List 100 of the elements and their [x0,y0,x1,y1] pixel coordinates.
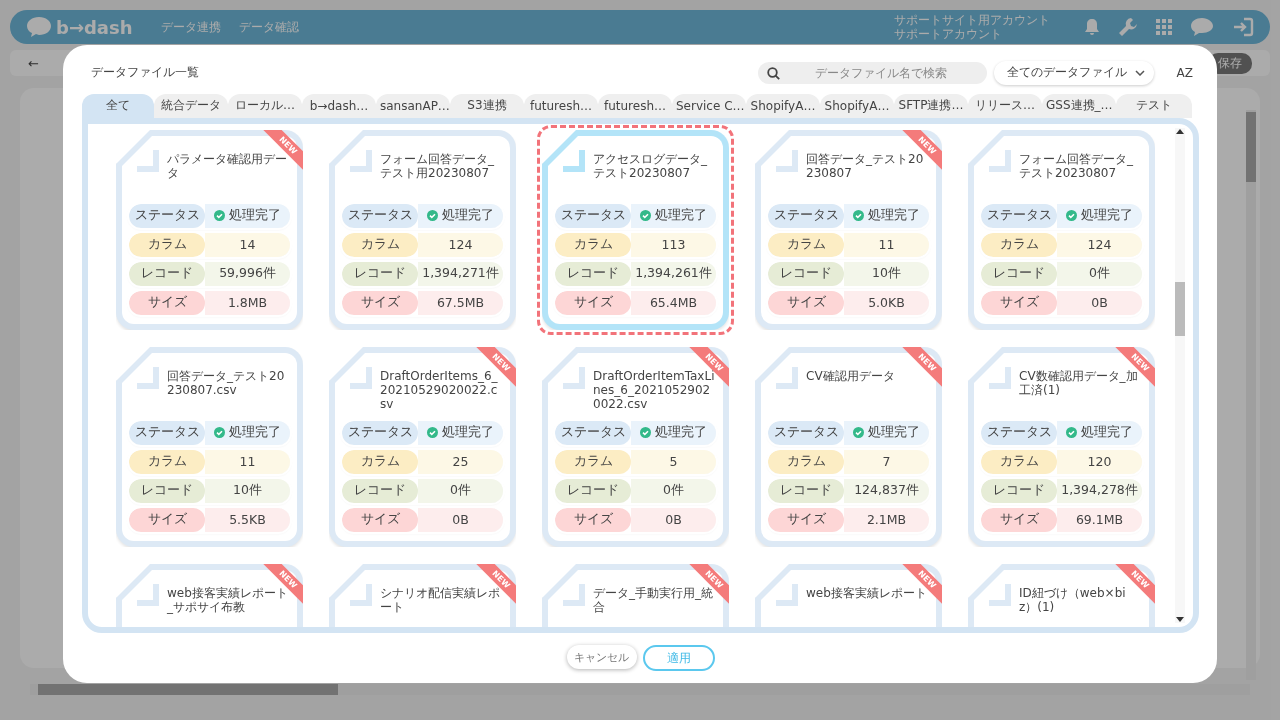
stat-label: カラム [342,449,418,474]
folded-corner-icon [350,366,372,389]
stat-value: 1.8MB [205,290,290,315]
stat-label: レコード [129,478,205,503]
account-name: サポートアカウント [894,27,1003,41]
stat-label: レコード [342,261,418,286]
stat-value: 120 [1057,449,1142,474]
stat-value: 67.5MB [418,290,503,315]
tab[interactable]: futuresh… [598,93,672,118]
stat-label: サイズ [129,507,205,532]
tab[interactable]: GSS連携_… [1042,93,1116,118]
stat-value: 113 [631,232,716,257]
bell-icon[interactable] [1084,18,1100,36]
file-name: フォーム回答データ_テスト用20230807 [380,151,495,182]
tab[interactable]: テスト [1116,93,1192,118]
tab[interactable]: SFTP連携… [894,93,968,118]
stat-label: サイズ [981,507,1057,532]
file-name: 回答データ_テスト20230807 [806,151,924,182]
stat-label: レコード [342,478,418,503]
stat-label: ステータス [129,420,205,445]
grid-icon[interactable] [1156,19,1172,35]
stat-value: 11 [844,232,929,257]
tab[interactable]: リリース… [968,93,1042,118]
tab[interactable]: futuresh… [524,93,598,118]
stat-label: レコード [981,261,1057,286]
stat-value: 処理完了 [844,420,929,445]
stat-label: カラム [981,232,1057,257]
folded-corner-icon [350,149,372,172]
stat-value: 処理完了 [1057,203,1142,228]
stat-value: 0B [631,507,716,532]
check-circle-icon [214,427,225,439]
stat-label: ステータス [768,420,844,445]
stat-value: 124,837件 [844,478,929,503]
stat-value: 11 [205,449,290,474]
file-name: CV確認用データ [806,368,895,385]
scroll-down-icon[interactable] [1176,617,1184,623]
speech-bubble-icon [26,16,52,38]
file-name: パラメータ確認用データ [167,151,287,182]
tab[interactable]: S3連携 [450,93,524,118]
stat-value: 2.1MB [844,507,929,532]
stat-label: サイズ [129,290,205,315]
filter-dropdown[interactable]: 全てのデータファイル [993,60,1154,85]
stat-value: 処理完了 [418,420,503,445]
stat-value: 0件 [631,478,716,503]
tab[interactable]: ShopifyA… [820,93,894,118]
folded-corner-icon [989,583,1011,606]
stat-label: レコード [129,261,205,286]
stat-label: サイズ [768,507,844,532]
wrench-icon[interactable] [1118,17,1138,37]
back-arrow[interactable]: ← [28,55,39,71]
stat-value: 124 [1057,232,1142,257]
stat-value: 1,394,278件 [1057,478,1142,503]
stat-label: サイズ [768,290,844,315]
stat-label: レコード [555,261,631,286]
chat-bubble-icon[interactable] [1190,17,1214,37]
file-card[interactable]: フォーム回答データ_テスト用20230807 ステータス 処理完了 カラム 124 レコード 1,394,271件 サイズ 67.5MB [329,129,516,330]
scroll-thumb[interactable] [1175,281,1185,336]
file-card[interactable]: 回答データ_テスト20230807.csv ステータス 処理完了 カラム 11 レコード 10件 サイズ 5.5KB [116,346,303,547]
stat-value: 処理完了 [631,203,716,228]
check-circle-icon [640,210,651,222]
stat-label: カラム [768,232,844,257]
stat-value: 処理完了 [1057,420,1142,445]
stat-label: カラム [981,449,1057,474]
stat-label: ステータス [981,203,1057,228]
stat-value: 0件 [1057,261,1142,286]
stat-label: サイズ [555,507,631,532]
stat-value: 5 [631,449,716,474]
tab[interactable]: ローカル… [228,93,302,118]
tab[interactable]: Service C… [672,93,746,118]
stat-label: ステータス [555,420,631,445]
file-card[interactable]: アクセスログデータ_テスト20230807 ステータス 処理完了 カラム 113 レコード 1,394,261件 サイズ 65.4MB [542,129,729,330]
stat-label: ステータス [342,203,418,228]
stat-value: 65.4MB [631,290,716,315]
tab[interactable]: 統合データ [154,93,228,118]
stat-value: 処理完了 [631,420,716,445]
folded-corner-icon [563,149,585,172]
stat-label: カラム [555,232,631,257]
stat-label: カラム [129,232,205,257]
check-circle-icon [1066,427,1077,439]
sort-button[interactable]: AZ [1170,65,1199,80]
stat-label: ステータス [981,420,1057,445]
cancel-button[interactable]: キャンセル [566,645,637,669]
stat-label: サイズ [981,290,1057,315]
search-icon [766,66,780,80]
logout-icon[interactable] [1232,17,1254,37]
scroll-up-icon[interactable] [1176,127,1184,134]
tab[interactable]: b→dash… [302,93,376,118]
folded-corner-icon [989,149,1011,172]
folded-corner-icon [137,149,159,172]
tab[interactable]: ShopifyA… [746,93,820,118]
file-name: アクセスログデータ_テスト20230807 [593,151,708,182]
folded-corner-icon [350,583,372,606]
folded-corner-icon [563,366,585,389]
search-field[interactable]: データファイル名で検索 [757,61,987,84]
stat-label: サイズ [342,507,418,532]
file-card[interactable]: フォーム回答データ_テスト20230807 ステータス 処理完了 カラム 124 レコード 0件 サイズ 0B [968,129,1155,330]
tab[interactable]: 全て [82,93,154,118]
tab[interactable]: sansanAP… [376,93,450,118]
stat-label: ステータス [342,420,418,445]
stat-value: 10件 [844,261,929,286]
